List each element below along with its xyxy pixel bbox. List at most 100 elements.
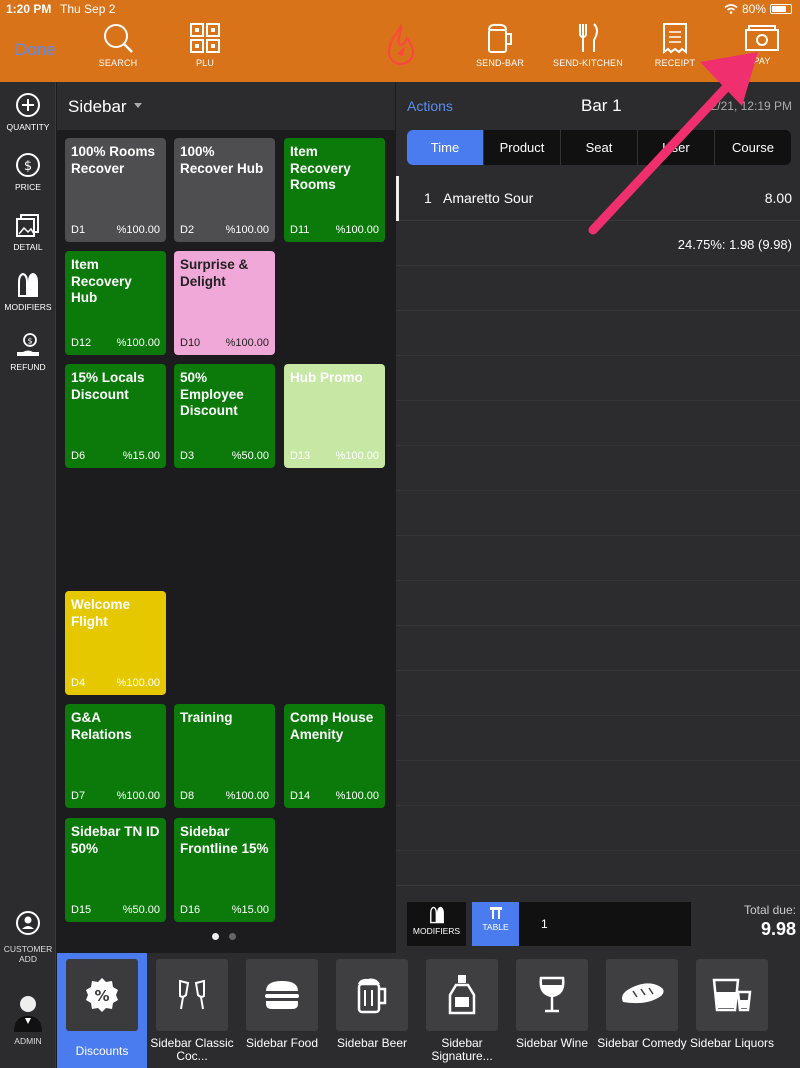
grid-icon <box>190 23 220 53</box>
tab-seat[interactable]: Seat <box>561 130 638 165</box>
menu-selector[interactable]: Sidebar <box>57 82 395 130</box>
category-comedy[interactable]: Sidebar Comedy <box>597 953 687 1068</box>
page-indicator[interactable] <box>212 933 236 940</box>
detail-button[interactable]: DETAIL <box>0 202 56 262</box>
row-divider <box>396 265 800 266</box>
order-line[interactable]: 1 Amaretto Sour 8.00 <box>396 176 800 221</box>
discount-tile[interactable]: Training D8 %100.00 <box>174 704 275 808</box>
footer-modifiers-button[interactable]: MODIFIERS <box>407 902 466 946</box>
quantity-label: QUANTITY <box>6 122 50 132</box>
modifiers-button[interactable]: MODIFIERS <box>0 262 56 322</box>
tile-percent: %50.00 <box>231 450 269 462</box>
tab-product[interactable]: Product <box>484 130 561 165</box>
tile-name: Sidebar TN ID 50% <box>71 824 160 856</box>
category-label: Sidebar Wine <box>515 1036 589 1050</box>
tile-percent: %100.00 <box>116 790 160 802</box>
done-button[interactable]: Done <box>15 40 56 60</box>
category-classic-cocktails[interactable]: Sidebar Classic Coc... <box>147 953 237 1068</box>
category-wine[interactable]: Sidebar Wine <box>507 953 597 1068</box>
tab-time[interactable]: Time <box>407 130 484 165</box>
champagne-glasses-icon <box>179 979 205 1010</box>
category-label: Sidebar Liquors <box>689 1036 775 1050</box>
customer-label: CUSTOMER <box>3 944 53 954</box>
user-circle-icon <box>16 911 40 935</box>
order-title: Bar 1 <box>581 96 622 115</box>
discount-tile[interactable]: Sidebar Frontline 15% D16 %15.00 <box>174 818 275 922</box>
customer-add-button[interactable]: CUSTOMER ADD <box>0 910 56 964</box>
tile-name: Surprise & Delight <box>180 257 249 289</box>
dollar-circle-icon: $ <box>16 153 40 177</box>
battery-percent: 80% <box>741 2 766 16</box>
detail-label: DETAIL <box>13 242 43 252</box>
line-item-name: Amaretto Sour <box>443 190 534 206</box>
table-button[interactable]: TABLE <box>472 902 519 946</box>
category-beer[interactable]: Sidebar Beer <box>327 953 417 1068</box>
row-divider <box>396 310 800 311</box>
tile-code: D14 <box>290 790 311 802</box>
tile-percent: %100.00 <box>116 677 160 689</box>
discount-tile[interactable]: 100% Rooms Recover D1 %100.00 <box>65 138 166 242</box>
page-dot-active[interactable] <box>212 933 219 940</box>
category-liquors[interactable]: Sidebar Liquors <box>687 953 777 1068</box>
order-footer: MODIFIERS TABLE 1 Total due: 9.98 <box>396 885 800 953</box>
category-signature[interactable]: Sidebar Signature... <box>417 953 507 1068</box>
svg-text:%: % <box>94 987 109 1005</box>
discount-tile[interactable]: Comp House Amenity D14 %100.00 <box>284 704 385 808</box>
quantity-button[interactable]: QUANTITY <box>0 82 56 142</box>
tile-name: Training <box>180 710 233 725</box>
discount-tile[interactable]: 100% Recover Hub D2 %100.00 <box>174 138 275 242</box>
send-kitchen-button[interactable]: SEND-KITCHEN <box>548 22 628 72</box>
plu-button[interactable]: PLU <box>165 22 245 72</box>
discount-tile[interactable]: Item Recovery Hub D12 %100.00 <box>65 251 166 355</box>
row-divider <box>396 355 800 356</box>
line-amount: 8.00 <box>764 190 792 206</box>
category-food[interactable]: Sidebar Food <box>237 953 327 1068</box>
tile-percent: %100.00 <box>225 790 269 802</box>
actions-button[interactable]: Actions <box>407 98 453 114</box>
search-button[interactable]: SEARCH <box>78 22 158 72</box>
discount-grid: Sidebar 100% Rooms Recover D1 %100.00 100%… <box>57 82 395 953</box>
salt-pepper-icon <box>429 906 444 924</box>
selection-indicator <box>396 176 399 221</box>
tile-percent: %100.00 <box>335 224 379 236</box>
tile-percent: %15.00 <box>231 904 269 916</box>
tax-summary: 24.75%: 1.98 (9.98) <box>677 237 792 252</box>
svg-text:$: $ <box>27 337 32 346</box>
row-divider <box>396 625 800 626</box>
order-date: 2/21, 12:19 PM <box>710 99 792 113</box>
send-bar-label: SEND-BAR <box>475 58 525 68</box>
page-dot[interactable] <box>229 933 236 940</box>
tile-name: G&A Relations <box>71 710 132 742</box>
tile-name: Item Recovery Hub <box>71 257 132 305</box>
tile-code: D10 <box>180 337 201 349</box>
tab-user[interactable]: User <box>638 130 715 165</box>
pay-button[interactable]: PAY <box>722 22 800 72</box>
receipt-button[interactable]: RECEIPT <box>635 22 715 72</box>
discount-tile[interactable]: 15% Locals Discount D6 %15.00 <box>65 364 166 468</box>
picture-icon <box>16 214 39 237</box>
tile-code: D15 <box>71 904 92 916</box>
tile-code: D8 <box>180 790 195 802</box>
wine-glass-icon <box>539 976 565 1013</box>
row-divider <box>396 805 800 806</box>
tab-course[interactable]: Course <box>715 130 791 165</box>
category-label: Discounts <box>75 1044 129 1058</box>
send-bar-button[interactable]: SEND-BAR <box>460 22 540 72</box>
table-number[interactable]: 1 <box>519 902 691 946</box>
refund-button[interactable]: $ REFUND <box>0 322 56 382</box>
price-button[interactable]: $ PRICE <box>0 142 56 202</box>
discount-tile[interactable]: Item Recovery Rooms D11 %100.00 <box>284 138 385 242</box>
category-discounts[interactable]: % Discounts <box>57 953 147 1068</box>
beer-mug-icon <box>357 978 387 1014</box>
discount-tile[interactable]: Surprise & Delight D10 %100.00 <box>174 251 275 355</box>
refund-hand-icon: $ <box>17 333 39 356</box>
tile-name: 15% Locals Discount <box>71 370 145 402</box>
total-due-label: Total due: <box>743 903 796 917</box>
discount-tile[interactable]: Hub Promo D13 %100.00 <box>284 364 385 468</box>
discount-tile[interactable]: 50% Employee Discount D3 %50.00 <box>174 364 275 468</box>
discount-tile[interactable]: G&A Relations D7 %100.00 <box>65 704 166 808</box>
category-bar: % Discounts Sidebar Classic Coc... Sideb… <box>57 953 800 1068</box>
admin-button[interactable]: ADMIN <box>0 992 56 1046</box>
discount-tile[interactable]: Welcome Flight D4 %100.00 <box>65 591 166 695</box>
discount-tile[interactable]: Sidebar TN ID 50% D15 %50.00 <box>65 818 166 922</box>
